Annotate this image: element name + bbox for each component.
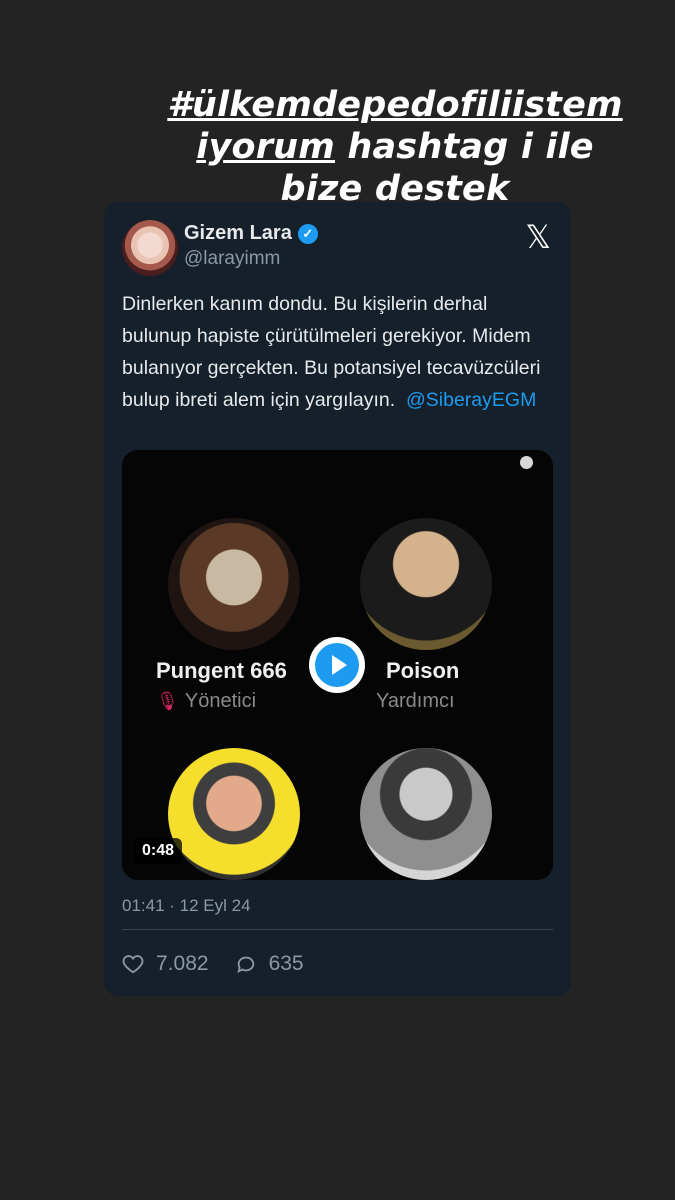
- like-count: 7.082: [156, 952, 209, 975]
- author-name-row: Gizem Lara ✓: [184, 222, 318, 245]
- user1-role-label: Yönetici: [184, 690, 257, 712]
- user4-avatar: [360, 748, 492, 880]
- video-media[interactable]: Pungent 666 Poison 🎙 Yönetici Yardımcı 0:…: [122, 450, 553, 880]
- user1-avatar: [168, 518, 300, 650]
- mention-link[interactable]: @SiberayEGM: [406, 389, 536, 411]
- caption-text-2: hashtag i ile: [334, 127, 594, 167]
- user2-role: Yardımcı: [376, 690, 455, 712]
- muted-mic-icon: 🎙: [156, 691, 179, 711]
- hashtag-part-2[interactable]: iyorum: [196, 127, 335, 167]
- author-handle[interactable]: @larayimm: [184, 248, 280, 270]
- like-button[interactable]: 7.082: [122, 952, 209, 976]
- x-logo-icon[interactable]: 𝕏: [525, 218, 551, 256]
- tweet-card[interactable]: Gizem Lara ✓ @larayimm 𝕏 Dinlerken kanım…: [104, 202, 571, 996]
- hashtag-part-1[interactable]: #ülkemdepedofiliistem: [167, 85, 622, 125]
- caption-line-1: #ülkemdepedofiliistem: [160, 84, 630, 126]
- tweet-text: Dinlerken kanım dondu. Bu kişilerin derh…: [122, 288, 552, 416]
- engagement-stats: 7.082 635: [122, 952, 330, 976]
- user2-avatar: [360, 518, 492, 650]
- play-icon: [315, 643, 359, 687]
- author-avatar[interactable]: [122, 220, 178, 276]
- heart-icon: [122, 955, 144, 974]
- play-button[interactable]: [309, 637, 365, 693]
- user2-name: Poison: [386, 658, 460, 683]
- author-name[interactable]: Gizem Lara: [184, 222, 292, 245]
- video-duration: 0:48: [134, 838, 183, 864]
- reply-bubble-icon: [236, 956, 254, 974]
- recording-dot-icon: [520, 456, 533, 469]
- verified-badge-icon: ✓: [297, 223, 318, 244]
- reply-count: 635: [268, 952, 304, 975]
- caption-line-2: iyorum hashtag i ile: [160, 126, 630, 168]
- user3-avatar: [168, 748, 300, 880]
- tweet-timestamp[interactable]: 01:41 · 12 Eyl 24: [122, 896, 251, 916]
- user1-name: Pungent 666: [156, 658, 287, 683]
- user1-role: 🎙 Yönetici: [156, 690, 256, 713]
- divider: [122, 929, 553, 930]
- reply-button[interactable]: 635: [235, 952, 304, 976]
